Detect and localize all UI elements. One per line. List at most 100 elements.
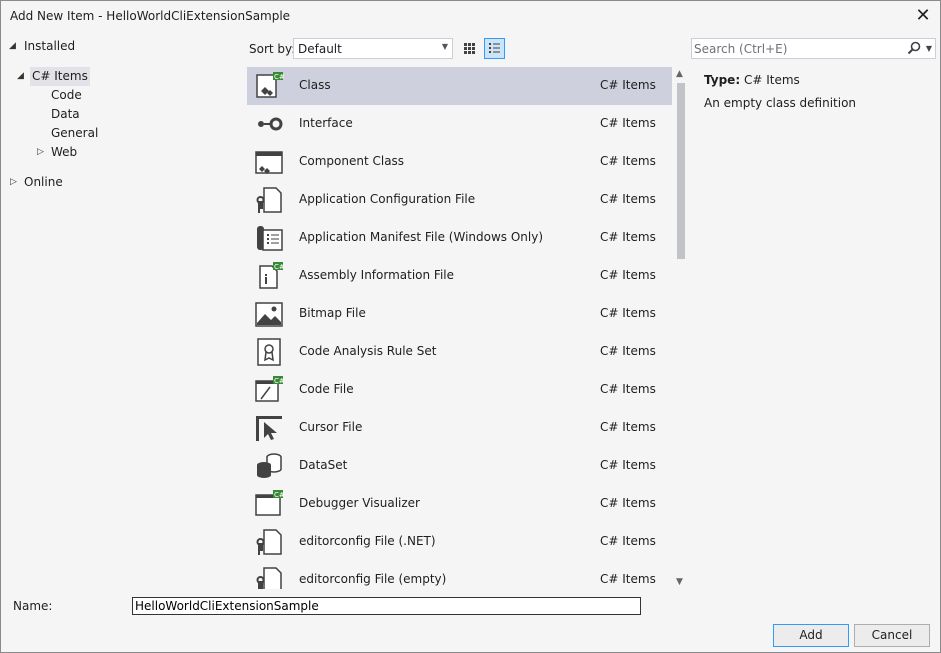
collapse-arrow-icon[interactable]: ◢ — [17, 67, 29, 86]
item-category: C# Items — [600, 458, 656, 472]
item-description: An empty class definition — [704, 96, 857, 110]
assembly-info-icon: C# — [259, 262, 284, 289]
tree-label-installed: Installed — [24, 39, 76, 53]
add-new-item-dialog: Add New Item - HelloWorldCliExtensionSam… — [0, 0, 941, 653]
item-category: C# Items — [600, 382, 656, 396]
code-file-icon: C# — [255, 376, 284, 402]
grid-view-icon — [464, 43, 475, 54]
item-name: editorconfig File (.NET) — [299, 534, 436, 548]
item-name: Application Manifest File (Windows Only) — [299, 230, 544, 244]
title-bar: Add New Item - HelloWorldCliExtensionSam… — [1, 1, 940, 32]
tree-label-data: Data — [51, 107, 80, 121]
item-category: C# Items — [600, 268, 656, 282]
small-icons-view-button[interactable] — [484, 38, 505, 59]
item-category: C# Items — [600, 572, 656, 586]
list-item[interactable]: DataSet C# Items — [247, 447, 672, 485]
scroll-up-icon[interactable]: ▲ — [676, 69, 683, 79]
search-input[interactable] — [694, 40, 899, 57]
item-category: C# Items — [600, 230, 656, 244]
list-item[interactable]: Application Configuration File C# Items — [247, 181, 672, 219]
expand-arrow-icon[interactable]: ▷ — [37, 143, 49, 162]
item-category: C# Items — [600, 534, 656, 548]
svg-text:C#: C# — [274, 491, 284, 499]
item-category: C# Items — [600, 192, 656, 206]
list-item[interactable]: Code Analysis Rule Set C# Items — [247, 333, 672, 371]
close-icon[interactable]: ✕ — [912, 5, 934, 27]
config-file-icon — [256, 187, 282, 213]
item-name: Debugger Visualizer — [299, 496, 420, 510]
scroll-down-icon[interactable]: ▼ — [676, 577, 683, 587]
item-name: Interface — [299, 116, 353, 130]
list-item[interactable]: Application Manifest File (Windows Only)… — [247, 219, 672, 257]
item-name: Bitmap File — [299, 306, 366, 320]
list-item[interactable]: editorconfig File (empty) C# Items — [247, 561, 672, 589]
name-label: Name: — [13, 599, 53, 613]
category-tree: ◢ Installed ◢ C# Items Code Data General… — [1, 35, 241, 590]
sort-label: Sort by: — [249, 42, 296, 56]
svg-text:C#: C# — [274, 377, 284, 385]
svg-text:C#: C# — [274, 263, 284, 271]
sort-dropdown[interactable]: Default ▼ — [293, 38, 453, 59]
tree-label-code: Code — [51, 88, 82, 102]
debugger-visualizer-icon: C# — [255, 490, 284, 516]
item-category: C# Items — [600, 154, 656, 168]
interface-icon — [258, 117, 283, 131]
item-category: C# Items — [600, 306, 656, 320]
item-name: Code File — [299, 382, 354, 396]
type-row: Type: C# Items — [704, 73, 800, 87]
component-class-icon — [255, 151, 283, 174]
item-category: C# Items — [600, 496, 656, 510]
rule-set-icon — [257, 338, 281, 366]
bitmap-icon — [255, 302, 283, 327]
editorconfig-icon — [256, 567, 282, 589]
item-name: Cursor File — [299, 420, 363, 434]
item-category: C# Items — [600, 344, 656, 358]
svg-text:C#: C# — [274, 73, 284, 81]
cursor-icon — [256, 416, 282, 441]
list-item[interactable]: Interface C# Items — [247, 105, 672, 143]
editorconfig-icon — [256, 529, 282, 555]
item-category: C# Items — [600, 116, 656, 130]
type-label: Type: — [704, 73, 741, 87]
template-list: C# Class C# Items Interface C# Items Com… — [247, 67, 688, 589]
item-name: Assembly Information File — [299, 268, 455, 282]
list-item[interactable]: C# Code File C# Items — [247, 371, 672, 409]
chevron-down-icon[interactable]: ▼ — [926, 44, 932, 53]
tree-label-online: Online — [24, 175, 63, 189]
tree-label-general: General — [51, 126, 99, 140]
collapse-arrow-icon[interactable]: ◢ — [9, 37, 21, 56]
class-icon: C# — [256, 72, 284, 98]
search-icon[interactable] — [907, 41, 921, 58]
add-button[interactable]: Add — [773, 624, 849, 647]
tree-label-web: Web — [51, 145, 78, 159]
list-item[interactable]: C# Assembly Information File C# Items — [247, 257, 672, 295]
item-name: editorconfig File (empty) — [299, 572, 447, 586]
cancel-button[interactable]: Cancel — [854, 624, 930, 647]
scrollbar-thumb[interactable] — [677, 83, 685, 259]
item-name: Component Class — [299, 154, 405, 168]
item-name: Code Analysis Rule Set — [299, 344, 437, 358]
item-name: DataSet — [299, 458, 348, 472]
chevron-down-icon: ▼ — [441, 42, 448, 51]
name-field[interactable] — [132, 597, 641, 615]
list-item[interactable]: Bitmap File C# Items — [247, 295, 672, 333]
list-item[interactable]: editorconfig File (.NET) C# Items — [247, 523, 672, 561]
list-item[interactable]: C# Debugger Visualizer C# Items — [247, 485, 672, 523]
list-scrollbar[interactable]: ▲ ▼ — [674, 67, 688, 589]
list-item[interactable]: C# Class C# Items — [247, 67, 672, 105]
dataset-icon — [257, 453, 282, 478]
expand-arrow-icon[interactable]: ▷ — [10, 173, 22, 192]
list-item[interactable]: Component Class C# Items — [247, 143, 672, 181]
window-title: Add New Item - HelloWorldCliExtensionSam… — [10, 9, 291, 23]
manifest-file-icon — [257, 226, 283, 251]
item-name: Application Configuration File — [299, 192, 476, 206]
medium-icons-view-button[interactable] — [459, 38, 480, 59]
search-box[interactable]: ▼ — [691, 38, 936, 59]
item-name: Class — [299, 78, 331, 92]
list-view-icon — [489, 43, 500, 53]
list-item[interactable]: Cursor File C# Items — [247, 409, 672, 447]
item-category: C# Items — [600, 420, 656, 434]
sort-value: Default — [298, 42, 342, 56]
type-value: C# Items — [743, 73, 800, 87]
item-category: C# Items — [600, 78, 656, 92]
